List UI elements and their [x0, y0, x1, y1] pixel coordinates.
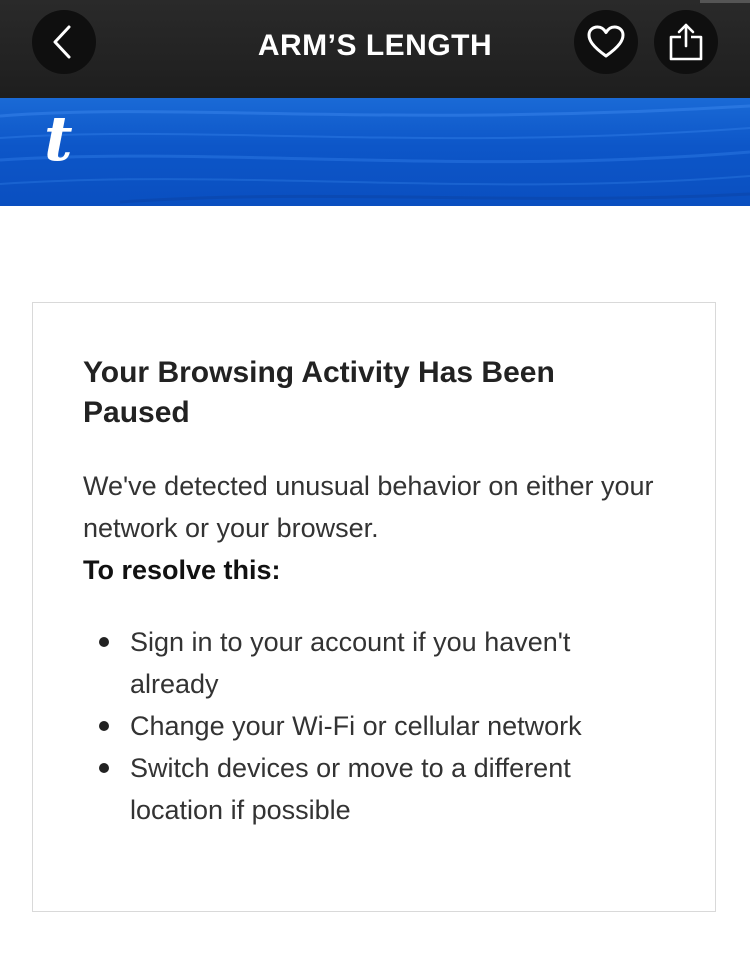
app-page: ARM’S LENGTH t Your Browsing Activity Ha… — [0, 0, 750, 953]
top-navigation-bar: ARM’S LENGTH — [0, 0, 750, 98]
bullet — [99, 763, 109, 773]
resolve-heading: To resolve this: — [83, 555, 281, 585]
chevron-left-icon — [53, 25, 71, 59]
list-item: Sign in to your account if you haven't a… — [83, 621, 643, 705]
notice-title: Your Browsing Activity Has Been Paused — [83, 356, 555, 429]
share-button[interactable] — [654, 10, 718, 74]
share-icon — [669, 23, 703, 61]
favorite-button[interactable] — [574, 10, 638, 74]
notice-message: We've detected unusual behavior on eithe… — [83, 471, 654, 543]
bullet — [99, 721, 109, 731]
brand-banner: t — [0, 98, 750, 206]
list-item: Change your Wi-Fi or cellular network — [83, 705, 643, 747]
bullet — [99, 637, 109, 647]
banner-wave-pattern — [0, 104, 750, 204]
step-text: Change your Wi-Fi or cellular network — [130, 711, 582, 741]
site-logo[interactable]: t — [44, 104, 73, 174]
paused-notice-card: Your Browsing Activity Has Been Paused W… — [32, 302, 716, 912]
step-text: Sign in to your account if you haven't a… — [130, 627, 571, 699]
back-button[interactable] — [32, 10, 96, 74]
page-title: ARM’S LENGTH — [257, 29, 493, 62]
step-text: Switch devices or move to a different lo… — [130, 753, 571, 825]
resolution-steps-list: Sign in to your account if you haven't a… — [83, 621, 643, 831]
status-indicator — [700, 0, 750, 3]
list-item: Switch devices or move to a different lo… — [83, 747, 643, 831]
heart-icon — [587, 25, 625, 58]
